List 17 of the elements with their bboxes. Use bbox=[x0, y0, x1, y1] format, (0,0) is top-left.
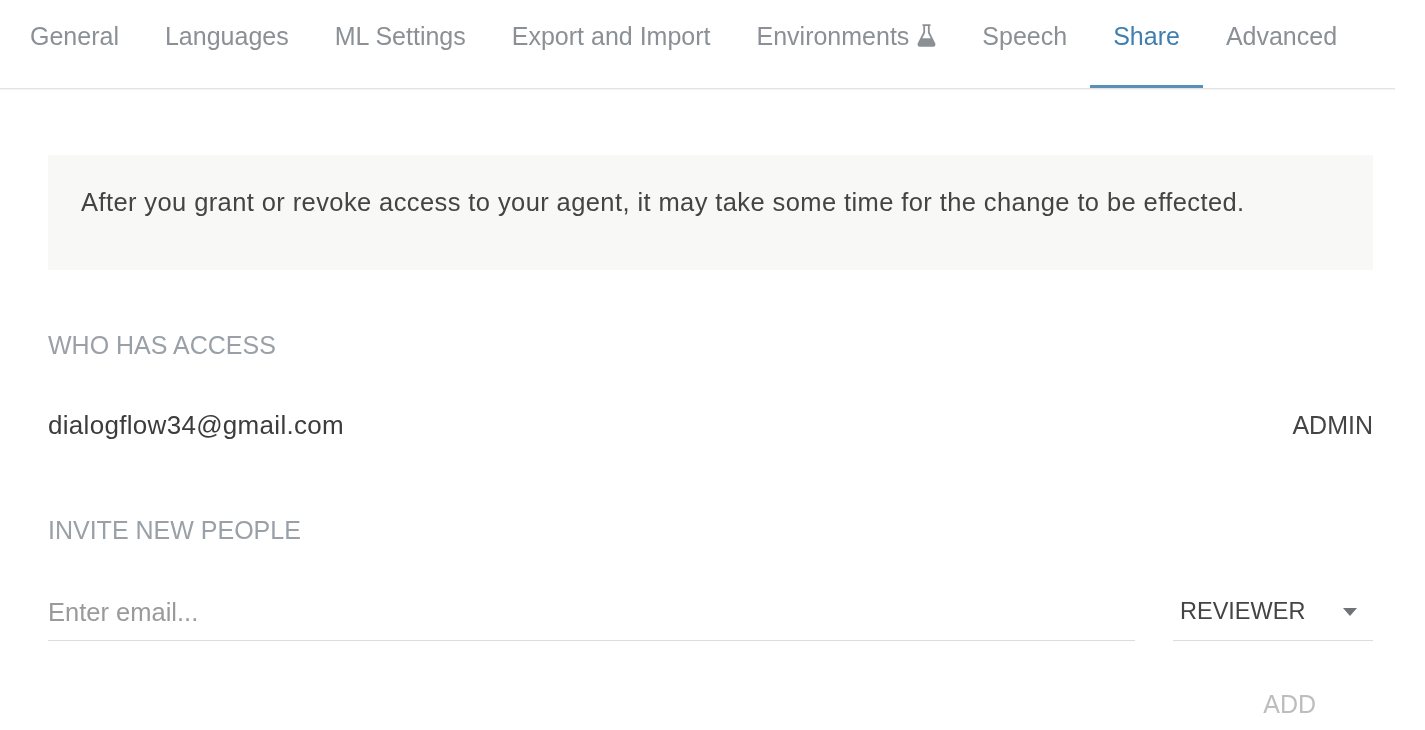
notice-text: After you grant or revoke access to your agent, it may take some time for the change to be effected. bbox=[81, 187, 1245, 217]
caret-icon bbox=[1343, 608, 1357, 616]
role-select[interactable]: REVIEWER bbox=[1173, 596, 1373, 641]
section-heading: INVITE NEW PEOPLE bbox=[48, 515, 302, 545]
email-input[interactable]: Enter email... bbox=[48, 596, 1135, 641]
member-email: dialogflow34@gmail.com bbox=[48, 410, 344, 440]
tab[interactable]: Speech bbox=[959, 0, 1091, 88]
tab[interactable]: ML Settings bbox=[311, 0, 489, 88]
tab[interactable]: General bbox=[7, 0, 142, 88]
tab[interactable]: Languages bbox=[141, 0, 312, 88]
tab[interactable]: Export and Import bbox=[488, 0, 734, 88]
flask-icon bbox=[917, 24, 937, 47]
section-heading: WHO HAS ACCESS bbox=[48, 330, 277, 360]
tab[interactable]: Share bbox=[1090, 0, 1203, 88]
member-role: ADMIN bbox=[1292, 410, 1373, 440]
tab[interactable]: Advanced bbox=[1202, 0, 1361, 88]
tab[interactable]: Environments bbox=[733, 0, 960, 88]
